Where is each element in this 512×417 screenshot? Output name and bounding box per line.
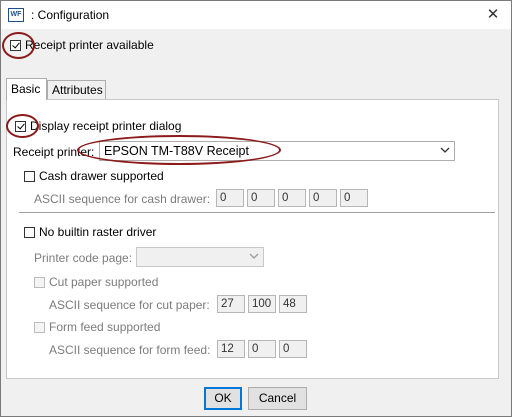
cut-paper-seq-3[interactable]: 48 bbox=[279, 295, 307, 313]
code-page-label: Printer code page: bbox=[34, 251, 133, 265]
cash-drawer-seq-4[interactable]: 0 bbox=[309, 189, 337, 207]
cash-drawer-seq-1[interactable]: 0 bbox=[216, 189, 244, 207]
form-feed-label: Form feed supported bbox=[49, 320, 161, 334]
cut-paper-ascii-label: ASCII sequence for cut paper: bbox=[49, 298, 210, 312]
configuration-dialog: WF : Configuration ✕ Receipt printer ava… bbox=[0, 0, 512, 417]
chevron-down-icon bbox=[249, 253, 259, 259]
cash-drawer-label: Cash drawer supported bbox=[39, 169, 164, 183]
close-icon[interactable]: ✕ bbox=[483, 5, 503, 25]
section-divider bbox=[19, 212, 495, 213]
cut-paper-seq-1[interactable]: 27 bbox=[217, 295, 245, 313]
code-page-select[interactable] bbox=[136, 247, 264, 267]
display-dialog-checkbox[interactable] bbox=[15, 121, 26, 132]
form-feed-checkbox[interactable] bbox=[34, 322, 45, 333]
chevron-down-icon bbox=[440, 147, 450, 153]
ok-button[interactable]: OK bbox=[204, 387, 242, 410]
receipt-printer-label: Receipt printer: bbox=[13, 145, 95, 159]
cash-drawer-seq-2[interactable]: 0 bbox=[247, 189, 275, 207]
receipt-printer-available-label: Receipt printer available bbox=[25, 38, 154, 52]
no-raster-label: No builtin raster driver bbox=[39, 225, 157, 239]
form-feed-seq-1[interactable]: 12 bbox=[217, 340, 245, 358]
form-feed-seq-3[interactable]: 0 bbox=[279, 340, 307, 358]
cash-drawer-ascii-label: ASCII sequence for cash drawer: bbox=[34, 192, 211, 206]
title-bar: WF : Configuration ✕ bbox=[1, 1, 511, 29]
cut-paper-seq-2[interactable]: 100 bbox=[248, 295, 276, 313]
form-feed-seq-2[interactable]: 0 bbox=[248, 340, 276, 358]
window-title: : Configuration bbox=[31, 8, 110, 22]
cash-drawer-seq-5[interactable]: 0 bbox=[340, 189, 368, 207]
tab-attributes[interactable]: Attributes bbox=[47, 80, 106, 100]
no-raster-checkbox[interactable] bbox=[24, 227, 35, 238]
cancel-button[interactable]: Cancel bbox=[248, 387, 307, 410]
form-feed-ascii-label: ASCII sequence for form feed: bbox=[49, 343, 211, 357]
receipt-printer-available-checkbox[interactable] bbox=[10, 40, 21, 51]
app-icon: WF bbox=[8, 8, 24, 22]
display-dialog-label: Display receipt printer dialog bbox=[30, 119, 182, 133]
cash-drawer-seq-3[interactable]: 0 bbox=[278, 189, 306, 207]
cut-paper-checkbox[interactable] bbox=[34, 277, 45, 288]
cut-paper-label: Cut paper supported bbox=[49, 275, 159, 289]
receipt-printer-select[interactable]: EPSON TM-T88V Receipt bbox=[99, 141, 455, 161]
tab-basic[interactable]: Basic bbox=[6, 78, 47, 100]
receipt-printer-value: EPSON TM-T88V Receipt bbox=[104, 144, 249, 158]
cash-drawer-checkbox[interactable] bbox=[24, 171, 35, 182]
